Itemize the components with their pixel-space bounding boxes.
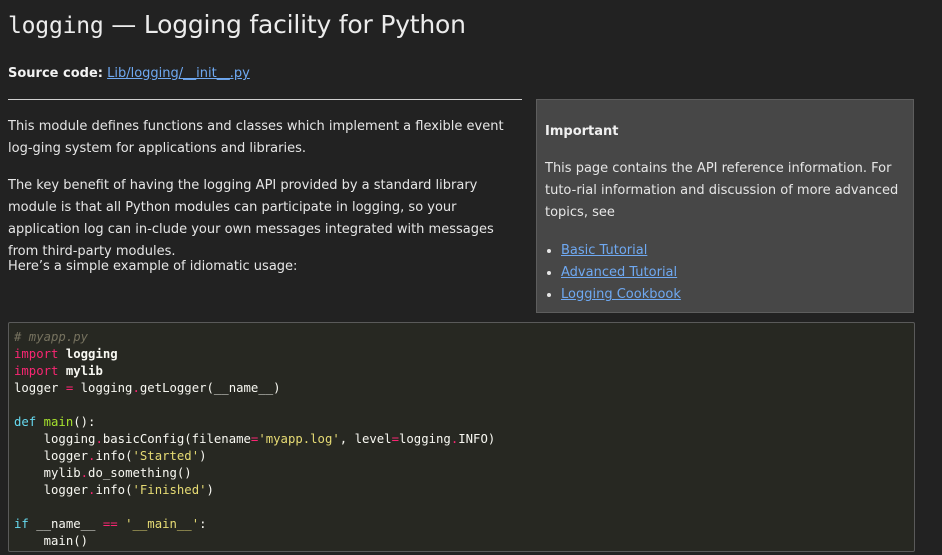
intro-paragraph: This module defines functions and classe…	[8, 119, 504, 156]
benefit-paragraph: The key benefit of having the logging AP…	[8, 178, 494, 259]
admonition-text: This page contains the API reference inf…	[545, 161, 899, 220]
list-item: Basic Tutorial	[561, 240, 681, 262]
example-intro-paragraph: Here’s a simple example of idiomatic usa…	[8, 259, 298, 274]
code-line: main()	[14, 534, 89, 548]
logging-cookbook-link[interactable]: Logging Cookbook	[561, 287, 681, 302]
code-line: logging.basicConfig(filename='myapp.log'…	[14, 432, 496, 446]
code-line: mylib.do_something()	[14, 466, 192, 480]
code-line: logger = logging.getLogger(__name__)	[14, 381, 281, 395]
admonition-link-list: Basic Tutorial Advanced Tutorial Logging…	[545, 240, 681, 306]
page-title: logging — Logging facility for Python	[8, 10, 466, 39]
code-line: def main():	[14, 415, 96, 429]
code-example-block[interactable]: # myapp.py import logging import mylib logg…	[8, 322, 915, 552]
advanced-tutorial-link[interactable]: Advanced Tutorial	[561, 265, 677, 280]
list-item: Advanced Tutorial	[561, 262, 681, 284]
admonition-title: Important	[545, 124, 619, 139]
code-line: logger.info('Finished')	[14, 483, 214, 497]
code-line: import mylib	[14, 364, 103, 378]
section-divider	[8, 99, 522, 100]
source-code-label: Source code:	[8, 66, 103, 81]
code-line: # myapp.py	[14, 330, 89, 344]
page-title-text: — Logging facility for Python	[103, 10, 466, 39]
code-line: if __name__ == '__main__':	[14, 517, 207, 531]
source-code-link[interactable]: Lib/logging/__init__.py	[107, 66, 250, 81]
source-code-line: Source code: Lib/logging/__init__.py	[8, 66, 250, 81]
code-line: logger.info('Started')	[14, 449, 207, 463]
basic-tutorial-link[interactable]: Basic Tutorial	[561, 243, 647, 258]
list-item: Logging Cookbook	[561, 284, 681, 306]
important-admonition: Important This page contains the API ref…	[536, 99, 914, 313]
page-title-module: logging	[8, 13, 104, 39]
code-line: import logging	[14, 347, 118, 361]
